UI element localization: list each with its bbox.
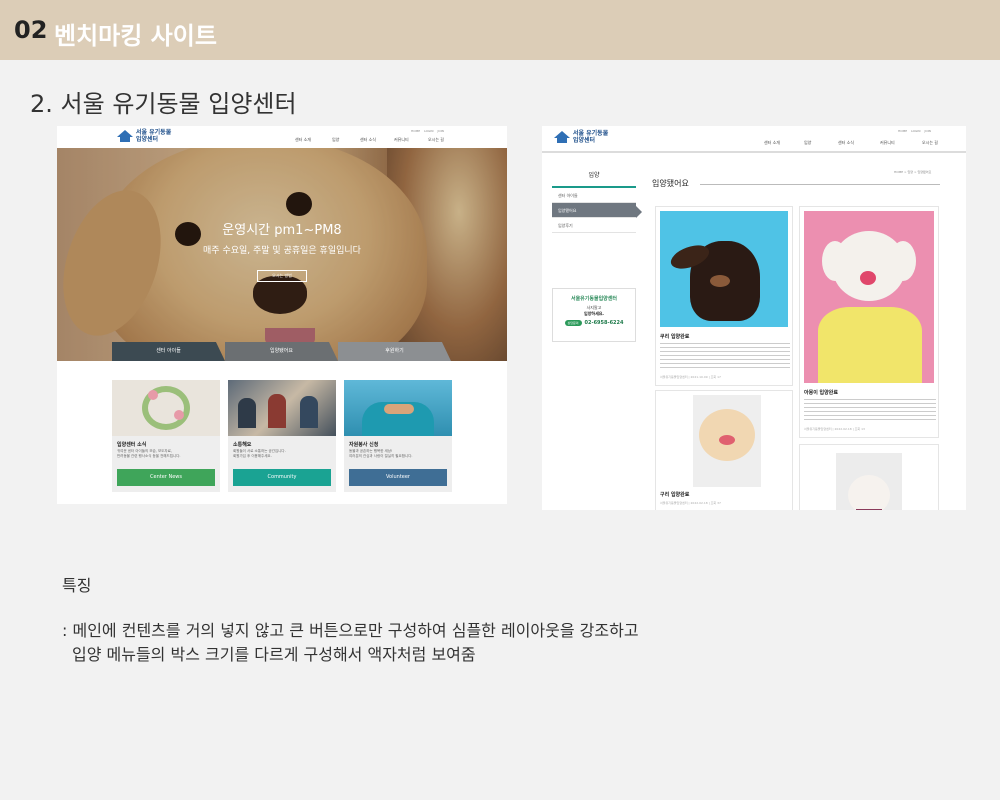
nav-item-about[interactable]: 센터 소개 [764,140,804,146]
section-title: 벤치마킹 사이트 [54,22,217,50]
side-menu-title: 입양 [552,164,636,188]
util-link-login[interactable]: LOGIN [424,129,433,133]
house-logo-icon [554,131,570,143]
white-dog-photo [836,453,902,510]
post-card[interactable]: 구리 입양완료 서울유기동물입양센터 | 2022.02.18 | 조회 37 [655,390,793,510]
tab-adopted[interactable]: 입양됐어요 [225,342,338,361]
util-link-join[interactable]: JOIN [438,129,444,133]
card-desc: 동물과 공존하는 행복한 세상! 여러분의 관심과 사랑이 절실히 필요합니다. [349,449,413,458]
card-title: 자원봉사 신청 [349,442,379,448]
post-excerpt [804,399,936,423]
site-logo-text: 서울 유기동물 입양센터 [573,130,609,144]
section-number: 02 [14,16,48,44]
main-cards: 입양센터 소식 귀여운 센터 아이들의 모습, 보도자료, 반려동물 관련 행사… [112,380,452,492]
nav-item-adopt[interactable]: 입양 [332,137,360,143]
post-meta: 서울유기동물입양센터 | 2022.02.18 | 조회 37 [660,501,721,505]
site-logo[interactable]: 서울 유기동물 입양센터 [117,129,171,143]
card-desc: 귀여운 센터 아이들의 모습, 보도자료, 반려동물 관련 행사소식 등을 전해… [117,449,181,458]
post-card[interactable]: 쿠리 입양완료 서울유기동물입양센터 | 2021.10.09 | 조회 17 [655,206,793,386]
nav-item-adopt[interactable]: 입양 [804,140,838,146]
nav-item-news[interactable]: 센터 소식 [360,137,394,143]
content-title: 입양됐어요 [652,179,689,188]
hero-banner: 운영시간 pm1~PM8 매주 수요일, 주말 및 공휴일은 휴일입니다 오시는… [57,148,507,361]
dachshund-photo [660,211,788,327]
hero-title: 운영시간 pm1~PM8 [222,223,342,238]
contact-phone[interactable]: 02-6958-6224 [585,320,624,326]
util-link-login[interactable]: LOGIN [911,129,920,133]
tab-center-animals[interactable]: 센터 아이들 [112,342,225,361]
nav-item-news[interactable]: 센터 소식 [838,140,880,146]
volunteers-image [344,380,452,436]
sub-header: 서울 유기동물 입양센터 HOME LOGIN JOIN 센터 소개 입양 센터… [542,126,966,153]
contact-box-title: 서울유기동물입양센터 [570,296,617,302]
active-arrow-icon [636,206,642,218]
card-volunteer: 자원봉사 신청 동물과 공존하는 행복한 세상! 여러분의 관심과 사랑이 절실… [344,380,452,492]
side-item-center-animals[interactable]: 센터 아이들 [552,188,636,203]
description-line-2: 입양 메뉴들의 박스 크기를 다르게 구성해서 액자처럼 보여줌 [72,645,476,664]
center-news-button[interactable]: Center News [117,469,215,486]
pomeranian-photo [693,395,761,487]
card-title: 입양센터 소식 [117,442,147,448]
tab-donate[interactable]: 후원하기 [338,342,451,361]
contact-badge: 상담문의 [564,320,582,326]
util-nav: HOME LOGIN JOIN [898,129,931,133]
sub-page-screenshot: 서울 유기동물 입양센터 HOME LOGIN JOIN 센터 소개 입양 센터… [542,126,966,510]
breadcrumb: HOME > 입양 > 입양됐어요 [894,170,932,174]
util-link-home[interactable]: HOME [411,129,420,133]
page-subtitle: 2. 서울 유기동물 입양센터 [30,90,297,118]
section-header: 02 벤치마킹 사이트 [0,0,1000,60]
community-button[interactable]: Community [233,469,331,486]
post-title: 쿠리 입양완료 [660,334,690,340]
side-menu: 입양 센터 아이들 입양됐어요 입양후기 [552,164,636,233]
main-nav: 센터 소개 입양 센터 소식 커뮤니티 오시는 길 [295,137,458,143]
main-page-screenshot: 서울 유기동물 입양센터 HOME LOGIN JOIN 센터 소개 입양 센터… [57,126,507,504]
util-link-join[interactable]: JOIN [925,129,931,133]
post-meta: 서울유기동물입양센터 | 2021.10.09 | 조회 17 [660,375,721,379]
nav-item-directions[interactable]: 오시는 길 [922,140,952,146]
nav-item-community[interactable]: 커뮤니티 [394,137,428,143]
people-image [228,380,336,436]
site-logo-text: 서울 유기동물 입양센터 [136,129,172,143]
side-item-reviews[interactable]: 입양후기 [552,218,636,233]
sub-nav: 센터 소개 입양 센터 소식 커뮤니티 오시는 길 [764,140,952,146]
description-line-1: : 메인에 컨텐츠를 거의 넣지 않고 큰 버튼으로만 구성하여 심플한 레이아… [62,621,639,640]
content-title-divider [700,184,940,185]
post-title: 아몽이 입양완료 [804,390,838,396]
nav-item-about[interactable]: 센터 소개 [295,137,332,143]
maltese-photo [804,211,934,383]
contact-box-line2: 입양하세요. [584,311,604,316]
util-nav: HOME LOGIN JOIN [411,129,444,133]
card-community: 소통해요 회원들이 서로 소통하는 공간입니다. 회원가입 후 이용해주세요. … [228,380,336,492]
site-logo[interactable]: 서울 유기동물 입양센터 [554,130,608,144]
contact-box: 서울유기동물입양센터 사지말고 입양하세요. 상담문의 02-6958-6224 [552,288,636,342]
card-desc: 회원들이 서로 소통하는 공간입니다. 회원가입 후 이용해주세요. [233,449,286,458]
post-meta: 서울유기동물입양센터 | 2022.02.18 | 조회 13 [804,427,865,431]
card-center-news: 입양센터 소식 귀여운 센터 아이들의 모습, 보도자료, 반려동물 관련 행사… [112,380,220,492]
volunteer-button[interactable]: Volunteer [349,469,447,486]
wreath-image [112,380,220,436]
directions-button[interactable]: 오시는 방법 [257,270,307,282]
nav-item-directions[interactable]: 오시는 길 [428,137,458,143]
hero-subtitle: 매주 수요일, 주말 및 공휴일은 휴일입니다 [203,246,361,256]
util-link-home[interactable]: HOME [898,129,907,133]
post-card[interactable]: 아몽이 입양완료 서울유기동물입양센터 | 2022.02.18 | 조회 13 [799,206,939,438]
nav-item-community[interactable]: 커뮤니티 [880,140,922,146]
card-title: 소통해요 [233,442,252,448]
post-card[interactable] [799,444,939,510]
quick-tabs: 센터 아이들 입양됐어요 후원하기 [112,342,451,361]
post-excerpt [660,343,790,371]
feature-label: 특징 [62,576,92,595]
side-item-adopted[interactable]: 입양됐어요 [552,203,636,218]
post-title: 구리 입양완료 [660,492,690,498]
main-header: 서울 유기동물 입양센터 HOME LOGIN JOIN 센터 소개 입양 센터… [57,126,507,148]
house-logo-icon [117,130,133,142]
